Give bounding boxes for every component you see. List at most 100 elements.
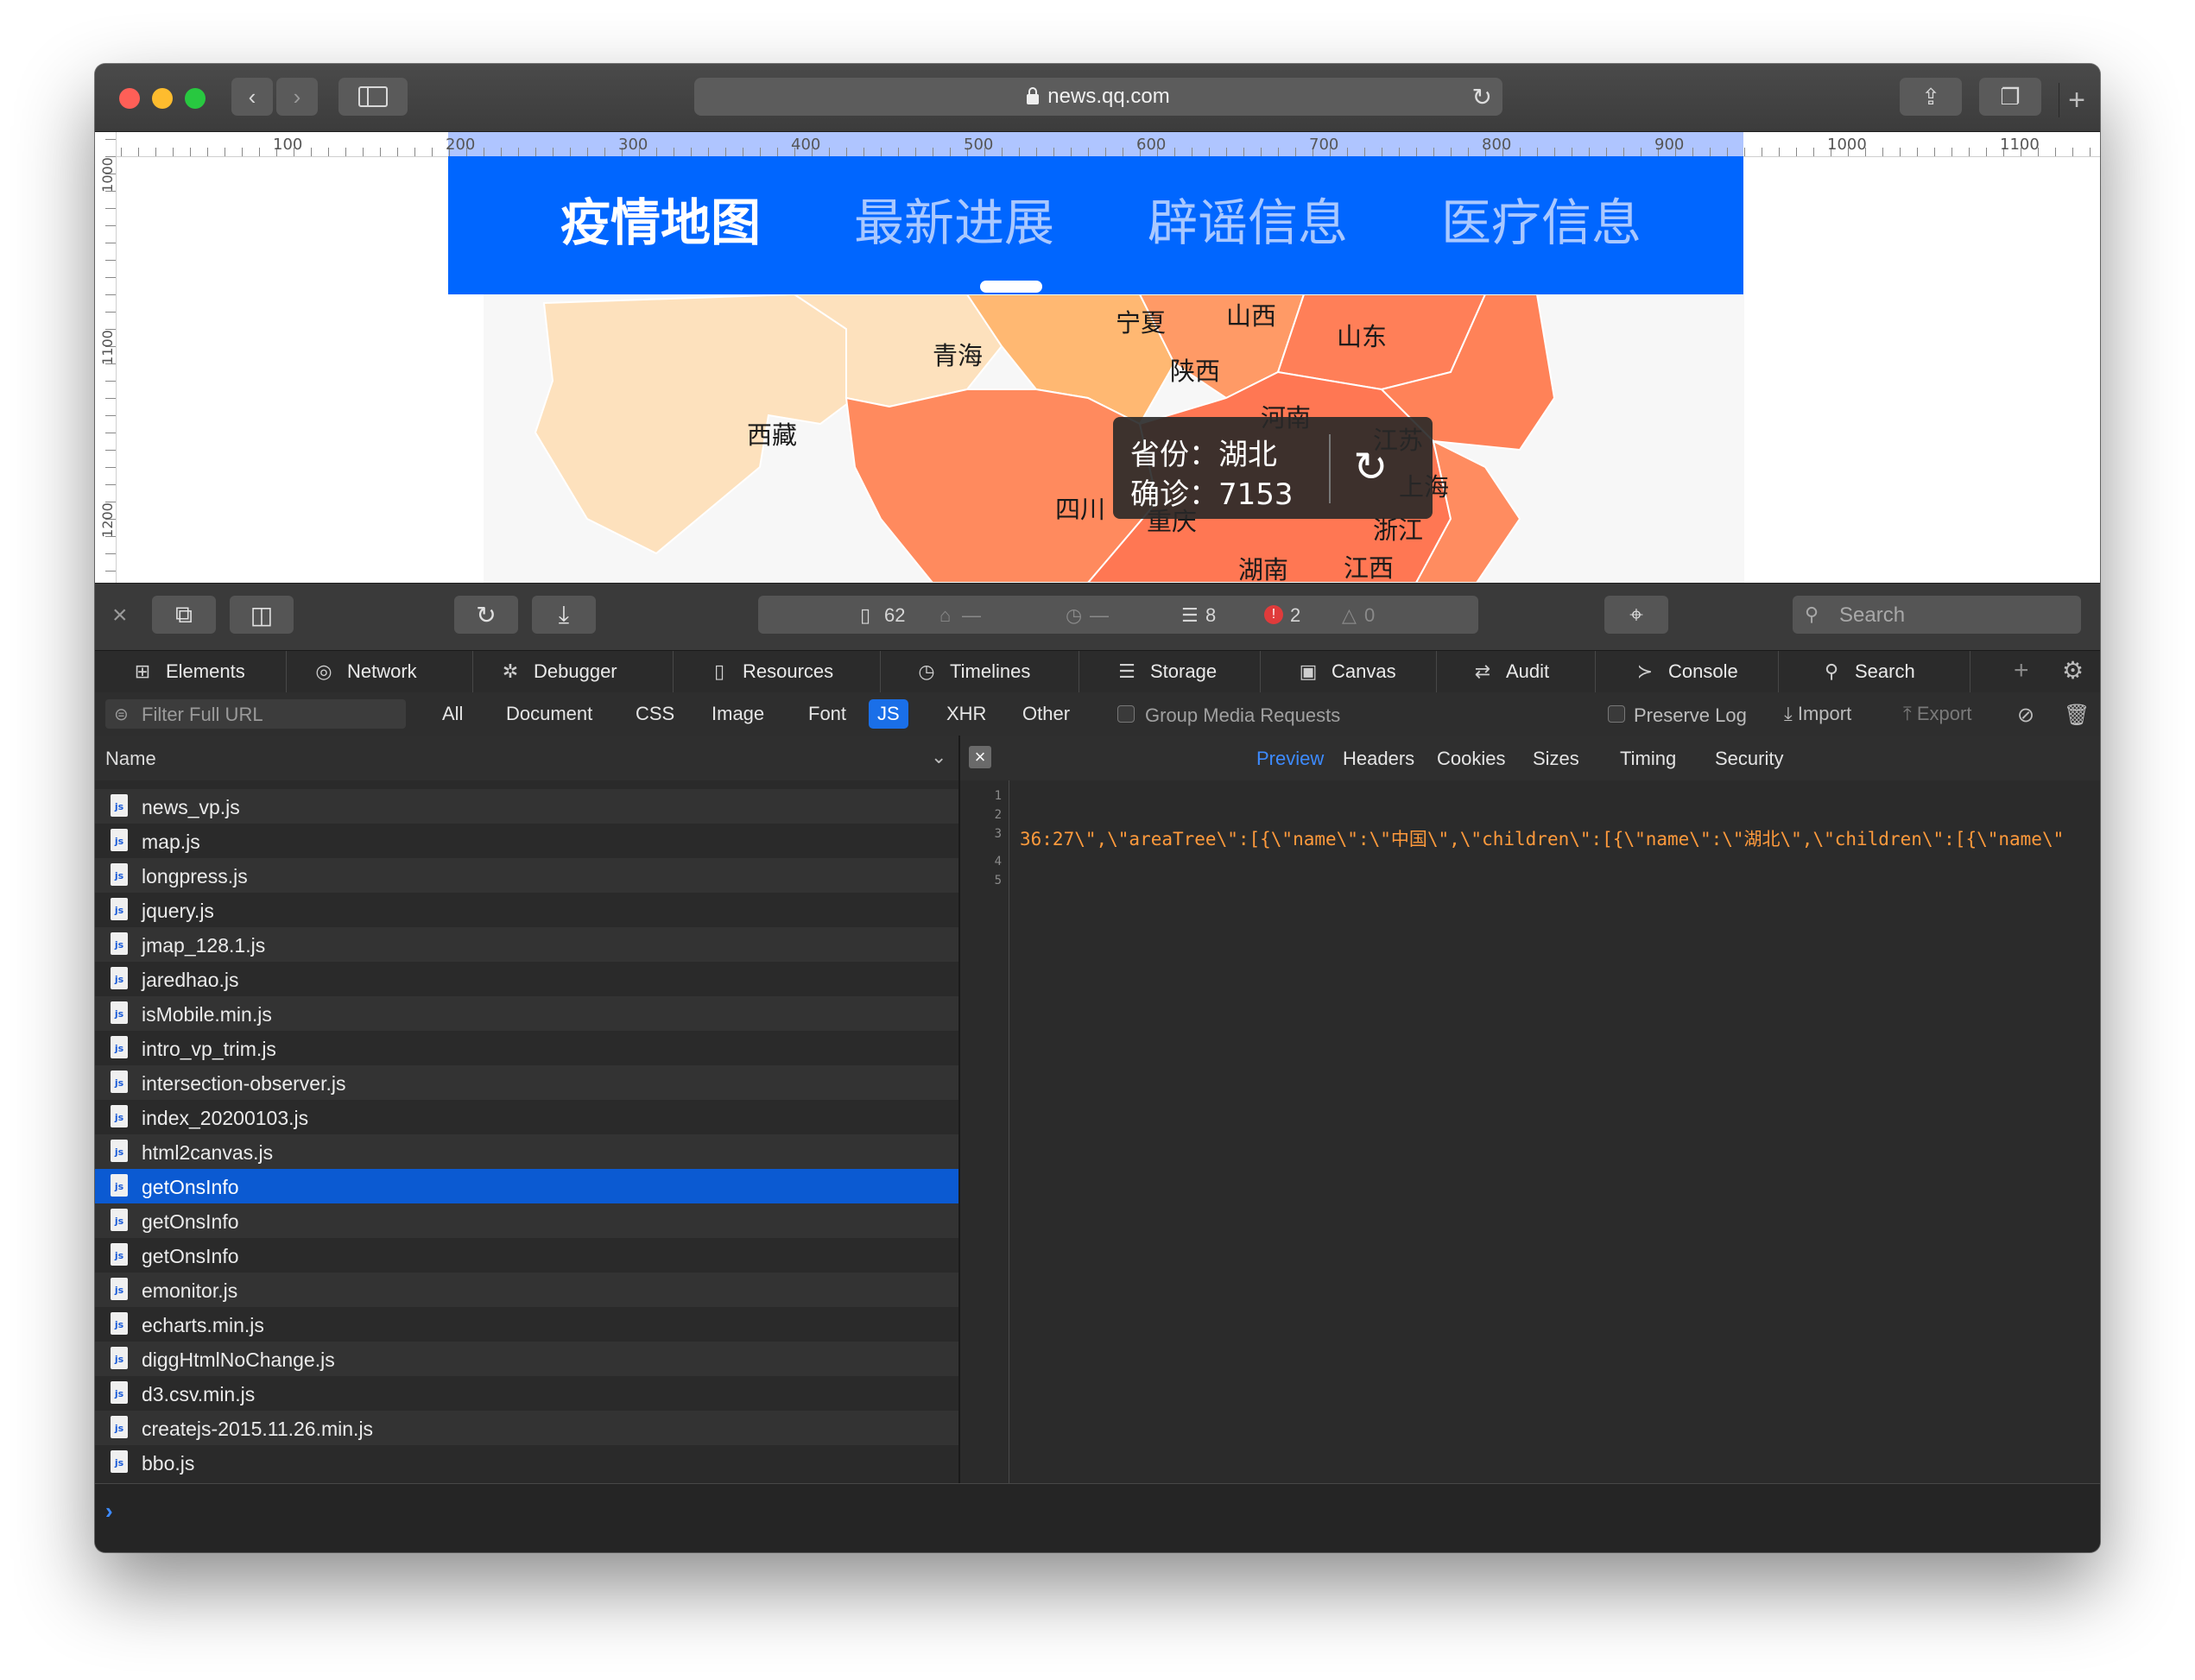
- forward-button[interactable]: ›: [276, 78, 318, 116]
- add-tab-icon[interactable]: +: [2014, 656, 2029, 685]
- resource-row[interactable]: js getOnsInfo: [95, 1203, 958, 1238]
- trash-icon[interactable]: 🗑: [2064, 703, 2090, 728]
- tabs-icon: ❐: [2000, 83, 2021, 110]
- ruler-tick: [863, 148, 864, 156]
- detail-tab-sizes[interactable]: Sizes: [1533, 748, 1579, 770]
- tab-canvas[interactable]: ▣ Canvas: [1261, 651, 1437, 692]
- resource-row[interactable]: js echarts.min.js: [95, 1307, 958, 1342]
- filter-xhr[interactable]: XHR: [938, 699, 995, 729]
- refresh-arrow-icon[interactable]: ↻: [1353, 443, 1388, 491]
- resource-row[interactable]: js diggHtmlNoChange.js: [95, 1342, 958, 1376]
- ruler-tick: [397, 148, 398, 156]
- resource-row[interactable]: js jaredhao.js: [95, 962, 958, 996]
- resource-row[interactable]: js getOnsInfo: [95, 1169, 958, 1203]
- resource-row[interactable]: js isMobile.min.js: [95, 996, 958, 1031]
- file-icon: ▯: [713, 660, 725, 682]
- js-file-icon: js: [111, 1105, 128, 1127]
- download-button[interactable]: ⤓: [532, 596, 596, 634]
- sidebar-toggle-button[interactable]: [338, 78, 408, 116]
- resource-row[interactable]: js emonitor.js: [95, 1273, 958, 1307]
- filter-css[interactable]: CSS: [627, 699, 683, 729]
- detail-tab-security[interactable]: Security: [1715, 748, 1783, 770]
- filter-document[interactable]: Document: [497, 699, 601, 729]
- resource-row[interactable]: js intro_vp_trim.js: [95, 1031, 958, 1065]
- export-button[interactable]: ⤒ Export: [1903, 703, 1971, 725]
- line-number: 5: [994, 874, 1002, 887]
- filter-image[interactable]: Image: [703, 699, 773, 729]
- reload-icon[interactable]: ↻: [1472, 83, 1492, 111]
- preserve-log-checkbox[interactable]: [1608, 705, 1625, 723]
- resource-row[interactable]: js createjs-2015.11.26.min.js: [95, 1411, 958, 1445]
- resource-list-header[interactable]: Name ⌄: [95, 736, 958, 781]
- audit-icon: ⇄: [1474, 660, 1491, 682]
- zoom-window-button[interactable]: [185, 88, 206, 109]
- minimize-window-button[interactable]: [152, 88, 173, 109]
- disable-cache-icon[interactable]: ⊘: [2017, 703, 2034, 728]
- tab-resources[interactable]: ▯ Resources: [674, 651, 881, 692]
- tab-storage[interactable]: ☰ Storage: [1079, 651, 1261, 692]
- resource-dashboard[interactable]: ▯ 62 ⌂ — ◷ — ☰ 8 ! 2 △ 0: [758, 596, 1478, 634]
- close-devtools-icon[interactable]: ×: [112, 601, 128, 630]
- line-number: 3: [994, 827, 1002, 841]
- filter-all[interactable]: All: [433, 699, 471, 729]
- dock-side-button[interactable]: ◫: [230, 596, 294, 634]
- import-icon: ⤓: [1784, 703, 1798, 724]
- resource-row[interactable]: js jmap_128.1.js: [95, 927, 958, 962]
- resource-list[interactable]: js news_vp.js js map.js js longpress.js js jque…: [95, 780, 958, 1483]
- share-button[interactable]: ⇪: [1900, 78, 1962, 116]
- resource-row[interactable]: js html2canvas.js: [95, 1134, 958, 1169]
- resource-row[interactable]: js d3.csv.min.js: [95, 1376, 958, 1411]
- filter-other[interactable]: Other: [1014, 699, 1079, 729]
- tab-console[interactable]: ≻ Console: [1596, 651, 1779, 692]
- resource-row[interactable]: js longpress.js: [95, 858, 958, 893]
- address-bar[interactable]: news.qq.com ↻: [694, 78, 1502, 116]
- detach-button[interactable]: ⧉: [152, 596, 216, 634]
- close-detail-icon[interactable]: ×: [969, 746, 991, 768]
- reload-page-button[interactable]: ↻: [454, 596, 518, 634]
- resource-row[interactable]: js bbo.js: [95, 1445, 958, 1480]
- inspect-element-button[interactable]: ⌖: [1604, 596, 1668, 634]
- gear-icon[interactable]: ⚙: [2062, 656, 2084, 685]
- nav-tab-rumors[interactable]: 辟谣信息: [1148, 182, 1348, 255]
- resource-row[interactable]: js getOnsInfo: [95, 1238, 958, 1273]
- ruler-tick: [708, 148, 709, 156]
- chevron-down-icon[interactable]: ⌄: [931, 746, 946, 768]
- ruler-label: 300: [618, 136, 648, 154]
- map-label: 宁夏: [1116, 308, 1167, 338]
- resource-row[interactable]: js intersection-observer.js: [95, 1065, 958, 1100]
- tabs-overview-button[interactable]: ❐: [1979, 78, 2041, 116]
- filter-url-input[interactable]: ⊜ Filter Full URL: [105, 699, 406, 729]
- name-column-header[interactable]: Name: [105, 748, 156, 770]
- back-button[interactable]: ‹: [231, 78, 273, 116]
- resource-row[interactable]: js news_vp.js: [95, 789, 958, 824]
- tab-search[interactable]: ⚲ Search: [1779, 651, 1970, 692]
- detail-tab-cookies[interactable]: Cookies: [1437, 748, 1505, 770]
- tab-elements[interactable]: ⊞ Elements: [95, 651, 287, 692]
- resource-row[interactable]: js jquery.js: [95, 893, 958, 927]
- resource-row[interactable]: js map.js: [95, 824, 958, 858]
- tab-audit[interactable]: ⇄ Audit: [1437, 651, 1596, 692]
- tab-debugger[interactable]: ✲ Debugger: [473, 651, 674, 692]
- nav-tab-map[interactable]: 疫情地图: [560, 182, 761, 255]
- resource-row[interactable]: js index_20200103.js: [95, 1100, 958, 1134]
- ruler-tick: [881, 148, 882, 156]
- download-icon: ⤓: [558, 600, 570, 628]
- tab-network[interactable]: ◎ Network: [287, 651, 473, 692]
- detail-tab-headers[interactable]: Headers: [1343, 748, 1414, 770]
- close-window-button[interactable]: [119, 88, 140, 109]
- new-tab-button[interactable]: +: [2059, 83, 2094, 117]
- group-media-checkbox[interactable]: [1117, 705, 1135, 723]
- detail-tab-preview[interactable]: Preview: [1256, 748, 1324, 770]
- detail-tab-timing[interactable]: Timing: [1620, 748, 1676, 770]
- devtools-search-input[interactable]: ⚲ Search: [1793, 596, 2081, 634]
- filter-js[interactable]: JS: [869, 699, 908, 729]
- response-preview[interactable]: 36:27\",\"areaTree\":[{\"name\":\"中国\",\…: [1009, 780, 2100, 1483]
- tooltip-confirmed: 确诊：7153: [1130, 477, 1294, 512]
- ruler-tick: [1917, 148, 1918, 156]
- tab-timelines[interactable]: ◷ Timelines: [881, 651, 1079, 692]
- console-prompt-area[interactable]: ›: [95, 1483, 2100, 1552]
- nav-tab-medical[interactable]: 医疗信息: [1441, 182, 1642, 255]
- nav-tab-progress[interactable]: 最新进展: [854, 182, 1054, 255]
- filter-font[interactable]: Font: [800, 699, 855, 729]
- import-button[interactable]: ⤓ Import: [1784, 703, 1851, 725]
